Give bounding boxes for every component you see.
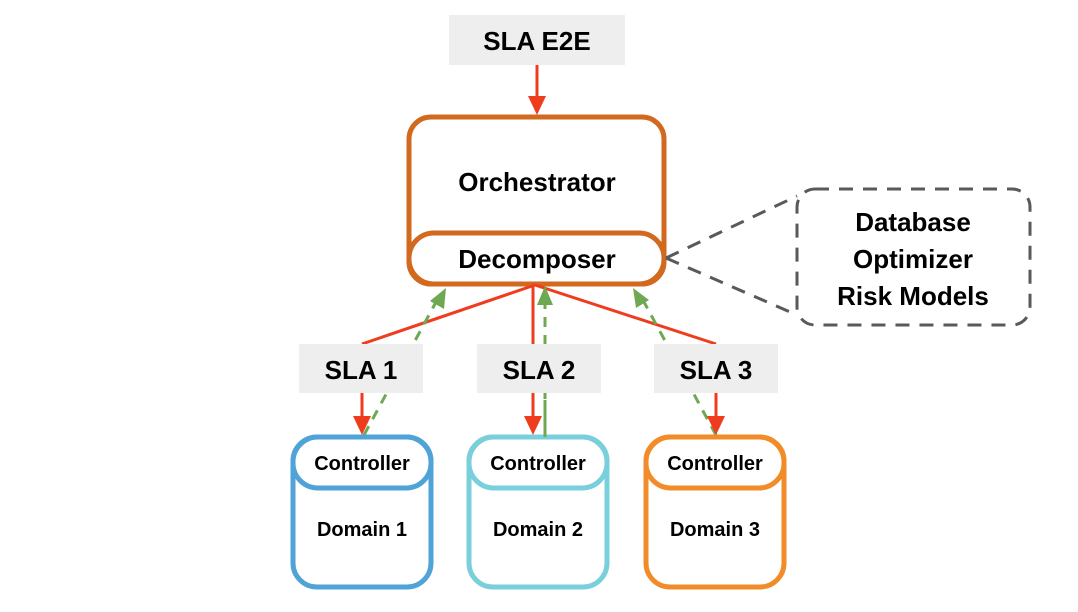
- domain-3: Controller Domain 3: [643, 434, 787, 590]
- diagram-canvas: SLA E2E Orchestrator Decomposer Database…: [290, 15, 1032, 590]
- sla-e2e-box: SLA E2E: [449, 15, 625, 65]
- sla-label-2: SLA 2: [503, 355, 576, 385]
- arrowhead-3: [707, 416, 725, 435]
- callout-box: Database Optimizer Risk Models: [795, 187, 1032, 327]
- callout-line-database: Database: [855, 207, 971, 237]
- sla-box-3: SLA 3: [654, 344, 778, 393]
- sla-label-1: SLA 1: [325, 355, 398, 385]
- request-line-1: [361, 283, 536, 346]
- e2e-arrow: [528, 65, 546, 115]
- request-line-3: [534, 283, 717, 346]
- sla-box-2: SLA 2: [477, 344, 601, 393]
- controller-label-2: Controller: [490, 453, 586, 475]
- decomposer-box: Decomposer: [406, 230, 667, 287]
- orchestrator-label: Orchestrator: [458, 167, 616, 197]
- controller-label-1: Controller: [314, 453, 410, 475]
- callout-line-optimizer: Optimizer: [853, 244, 973, 274]
- arrowhead-2: [524, 416, 542, 435]
- domain-label-1: Domain 1: [317, 519, 407, 541]
- callout-line-risk-models: Risk Models: [837, 281, 989, 311]
- domain-label-2: Domain 2: [493, 519, 583, 541]
- sla-label-3: SLA 3: [680, 355, 753, 385]
- callout-connector: [665, 194, 798, 317]
- decomposer-label: Decomposer: [458, 244, 616, 274]
- sla-e2e-label: SLA E2E: [483, 26, 590, 56]
- controller-label-3: Controller: [667, 453, 763, 475]
- domain-label-3: Domain 3: [670, 519, 760, 541]
- sla-box-1: SLA 1: [299, 344, 423, 393]
- arrowhead-1: [353, 416, 371, 435]
- domain-1: Controller Domain 1: [290, 434, 434, 590]
- sla-to-controller-arrows: [353, 393, 725, 435]
- domain-2: Controller Domain 2: [466, 434, 610, 590]
